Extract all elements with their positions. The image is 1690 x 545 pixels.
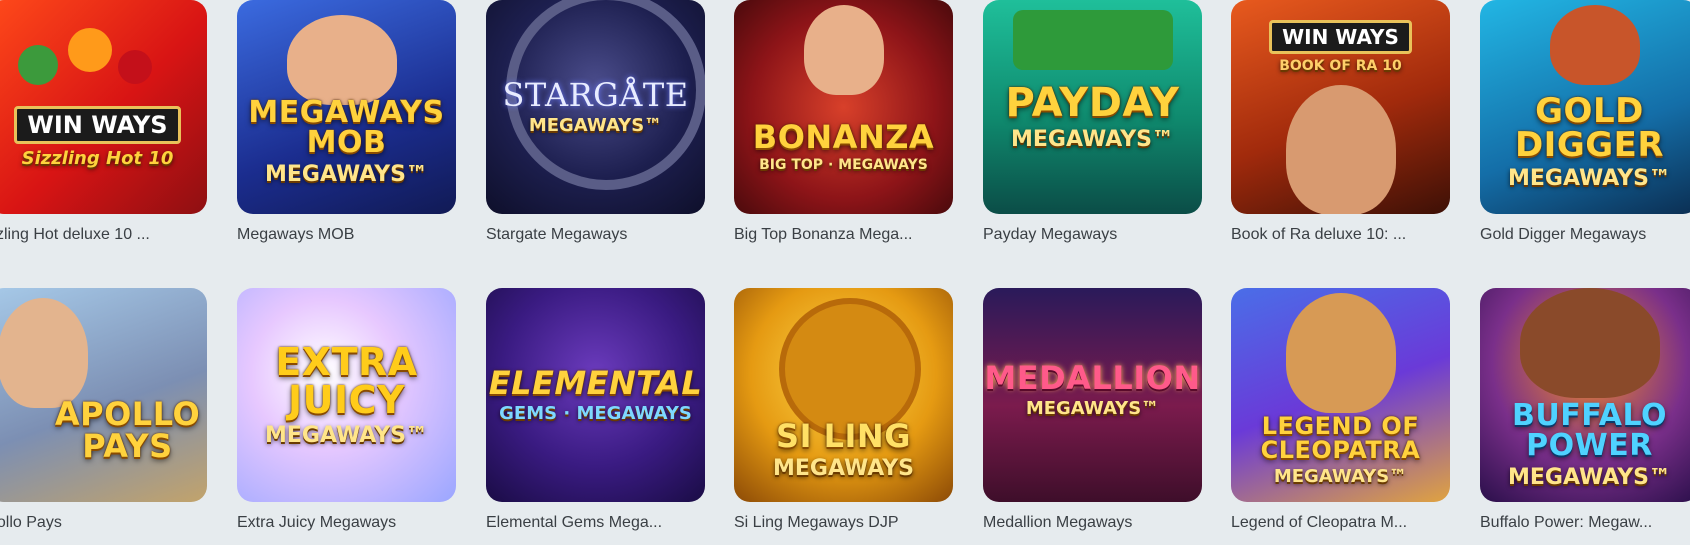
game-thumbnail[interactable]: PAYDAY MEGAWAYS™	[983, 0, 1202, 214]
game-tile[interactable]: BUFFALO POWER MEGAWAYS™ Buffalo Power: M…	[1480, 288, 1690, 531]
melon-icon	[18, 45, 58, 85]
game-tile[interactable]: STARGÅTE MEGAWAYS™ Stargate Megaways	[486, 0, 705, 243]
game-logo: GOLD DIGGER	[1514, 90, 1665, 165]
game-title[interactable]: Buffalo Power: Megaw...	[1480, 514, 1690, 532]
game-logo: LEGEND OF CLEOPATRA	[1260, 411, 1421, 464]
game-title[interactable]: Si Ling Megaways DJP	[734, 514, 974, 532]
cleopatra-icon	[1286, 293, 1396, 413]
cash-stack-icon	[1013, 10, 1173, 70]
game-logo: EXTRA JUICY	[275, 339, 418, 422]
game-title[interactable]: Elemental Gems Mega...	[486, 514, 726, 532]
game-thumbnail[interactable]: LEGEND OF CLEOPATRA MEGAWAYS™	[1231, 288, 1450, 502]
game-tile[interactable]: GOLD DIGGER MEGAWAYS™ Gold Digger Megawa…	[1480, 0, 1690, 243]
game-logo-sub: MEGAWAYS™	[1010, 126, 1174, 152]
game-logo-sub: MEGAWAYS™	[1508, 464, 1671, 490]
game-logo-sub: MEGAWAYS™	[528, 114, 663, 136]
game-thumbnail[interactable]: BUFFALO POWER MEGAWAYS™	[1480, 288, 1690, 502]
game-title[interactable]: Big Top Bonanza Mega...	[734, 226, 974, 244]
game-logo: MEDALLION	[984, 358, 1201, 397]
game-logo: APOLLO PAYS	[54, 395, 201, 465]
game-logo: WIN WAYS	[1269, 20, 1412, 54]
game-logo-sub: MEGAWAYS™	[265, 422, 428, 448]
game-thumbnail[interactable]: MEDALLION MEGAWAYS™	[983, 288, 1202, 502]
game-title[interactable]: Megaways MOB	[237, 226, 477, 244]
game-logo-sub: MEGAWAYS™	[265, 161, 428, 187]
game-thumbnail[interactable]: ELEMENTAL GEMS · MEGAWAYS	[486, 288, 705, 502]
game-thumbnail[interactable]: GOLD DIGGER MEGAWAYS™	[1480, 0, 1690, 214]
game-tile[interactable]: MEGAWAYS MOB MEGAWAYS™ Megaways MOB	[237, 0, 456, 243]
game-tile[interactable]: EXTRA JUICY MEGAWAYS™ Extra Juicy Megawa…	[237, 288, 456, 531]
game-thumbnail[interactable]: EXTRA JUICY MEGAWAYS™	[237, 288, 456, 502]
game-logo-sub: GEMS · MEGAWAYS	[499, 402, 692, 424]
game-thumbnail[interactable]: WIN WAYS BOOK OF RA 10	[1231, 0, 1450, 214]
game-tile[interactable]: APOLLO PAYS pollo Pays	[0, 288, 207, 531]
character-icon	[287, 15, 397, 105]
game-tile[interactable]: PAYDAY MEGAWAYS™ Payday Megaways	[983, 0, 1202, 243]
game-logo-sub: MEGAWAYS™	[1508, 165, 1671, 191]
game-thumbnail[interactable]: WIN WAYS Sizzling Hot 10	[0, 0, 207, 214]
game-logo: WIN WAYS	[14, 105, 181, 144]
game-tile[interactable]: ELEMENTAL GEMS · MEGAWAYS Elemental Gems…	[486, 288, 705, 531]
game-tile[interactable]: WIN WAYS BOOK OF RA 10 Book of Ra deluxe…	[1231, 0, 1450, 243]
game-title[interactable]: Extra Juicy Megaways	[237, 514, 477, 532]
game-thumbnail[interactable]: STARGÅTE MEGAWAYS™	[486, 0, 705, 214]
game-logo: PAYDAY	[1005, 79, 1180, 126]
game-logo-sub: Sizzling Hot 10	[21, 147, 174, 169]
game-title[interactable]: Stargate Megaways	[486, 226, 726, 244]
game-title[interactable]: Legend of Cleopatra M...	[1231, 514, 1471, 532]
game-logo: ELEMENTAL	[488, 363, 703, 402]
game-title[interactable]: pollo Pays	[0, 514, 228, 532]
game-logo-sub: BOOK OF RA 10	[1279, 58, 1402, 74]
game-logo: MEGAWAYS MOB	[248, 94, 445, 160]
game-title[interactable]: zzling Hot deluxe 10 ...	[0, 226, 228, 244]
game-thumbnail[interactable]: BONANZA BIG TOP · MEGAWAYS	[734, 0, 953, 214]
game-thumbnail[interactable]: MEGAWAYS MOB MEGAWAYS™	[237, 0, 456, 214]
game-tile[interactable]: LEGEND OF CLEOPATRA MEGAWAYS™ Legend of …	[1231, 288, 1450, 531]
game-logo: STARGÅTE	[502, 75, 689, 114]
chicken-digger-icon	[1550, 5, 1640, 85]
game-thumbnail[interactable]: APOLLO PAYS	[0, 288, 207, 502]
explorer-icon	[1286, 85, 1396, 214]
game-logo-sub: BIG TOP · MEGAWAYS	[759, 157, 928, 173]
game-title[interactable]: Medallion Megaways	[983, 514, 1223, 532]
orange-icon	[68, 28, 112, 72]
game-tile[interactable]: WIN WAYS Sizzling Hot 10 zzling Hot delu…	[0, 0, 207, 243]
game-title[interactable]: Gold Digger Megaways	[1480, 226, 1690, 244]
game-thumbnail[interactable]: SI LING MEGAWAYS	[734, 288, 953, 502]
cherry-icon	[118, 50, 152, 84]
game-title[interactable]: Payday Megaways	[983, 226, 1223, 244]
game-tile[interactable]: SI LING MEGAWAYS Si Ling Megaways DJP	[734, 288, 953, 531]
game-title[interactable]: Book of Ra deluxe 10: ...	[1231, 226, 1471, 244]
game-grid: WIN WAYS Sizzling Hot 10 zzling Hot delu…	[0, 0, 1690, 545]
game-tile[interactable]: MEDALLION MEGAWAYS™ Medallion Megaways	[983, 288, 1202, 531]
buffalo-icon	[1520, 288, 1660, 398]
game-logo: BUFFALO POWER	[1511, 397, 1668, 463]
game-logo-sub: MEGAWAYS™	[1025, 397, 1160, 419]
game-tile[interactable]: BONANZA BIG TOP · MEGAWAYS Big Top Bonan…	[734, 0, 953, 243]
apollo-icon	[0, 298, 88, 408]
game-logo: BONANZA	[752, 118, 935, 156]
game-logo-sub: MEGAWAYS™	[1273, 465, 1408, 487]
game-logo: SI LING	[776, 416, 911, 455]
game-logo-sub: MEGAWAYS	[773, 455, 914, 481]
ringmaster-icon	[804, 5, 884, 95]
